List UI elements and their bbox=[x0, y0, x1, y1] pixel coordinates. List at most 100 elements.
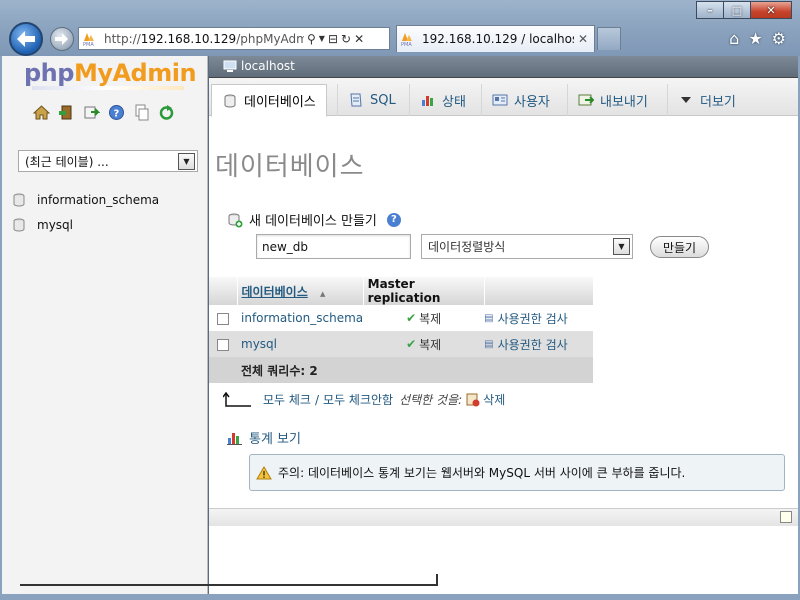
tab-sql[interactable]: SQL bbox=[337, 84, 406, 116]
phpmyadmin-logo[interactable]: phpMyAdmin bbox=[24, 59, 197, 87]
column-header-database[interactable]: 데이터베이스 ▲ bbox=[237, 277, 364, 305]
database-icon bbox=[13, 218, 25, 231]
browser-chrome: – □ ✕ PMA http://192.168.10.129/phpMyAdm… bbox=[0, 0, 800, 56]
uncheck-all-link[interactable]: 모두 체크안함 bbox=[323, 391, 393, 408]
stop-icon[interactable]: ✕ bbox=[354, 32, 364, 46]
databases-table: 데이터베이스 ▲ Master replication information_… bbox=[209, 277, 594, 383]
privileges-icon: ▤ bbox=[484, 312, 494, 324]
users-icon bbox=[492, 94, 508, 106]
docs-icon[interactable]: ? bbox=[108, 104, 125, 121]
logo-underline bbox=[32, 86, 184, 90]
row-checkbox[interactable] bbox=[217, 338, 229, 351]
help-icon[interactable]: ? bbox=[386, 212, 401, 227]
delete-selected-link[interactable]: 삭제 bbox=[466, 391, 505, 408]
check-privileges-link[interactable]: ▤ 사용권한 검사 bbox=[484, 336, 593, 353]
address-bar[interactable]: PMA http://192.168.10.129/phpMyAdmin ⚲ ▼… bbox=[78, 27, 390, 50]
reload-icon[interactable] bbox=[158, 104, 175, 121]
new-tab-button[interactable] bbox=[597, 27, 621, 50]
query-icon[interactable] bbox=[83, 104, 100, 121]
console-toggle-icon[interactable] bbox=[780, 511, 792, 523]
privileges-icon: ▤ bbox=[484, 338, 494, 350]
back-button[interactable] bbox=[9, 22, 43, 56]
nav-db-item[interactable]: information_schema bbox=[13, 187, 159, 212]
server-breadcrumb-bar: localhost bbox=[209, 56, 798, 78]
warning-text: 주의: 데이터베이스 통계 보기는 웹서버와 MySQL 서버 사이에 큰 부하… bbox=[278, 466, 686, 480]
chevron-down-icon bbox=[681, 97, 691, 103]
warning-icon bbox=[256, 465, 272, 479]
tab-more[interactable]: 더보기 bbox=[667, 84, 746, 116]
database-icon bbox=[13, 193, 25, 206]
compat-view-icon[interactable]: ⊟ bbox=[328, 32, 338, 46]
tab-title: 192.168.10.129 / localhos... bbox=[422, 32, 574, 46]
home-icon[interactable] bbox=[33, 104, 50, 121]
exit-icon[interactable] bbox=[58, 104, 75, 121]
nav-db-item[interactable]: mysql bbox=[13, 212, 159, 237]
window-controls: – □ ✕ bbox=[696, 1, 792, 19]
dropdown-icon[interactable]: ▼ bbox=[319, 34, 325, 43]
breadcrumb-server[interactable]: localhost bbox=[241, 59, 295, 73]
collation-select[interactable]: 데이터정렬방식 ▼ bbox=[421, 234, 633, 259]
warning-notice: 주의: 데이터베이스 통계 보기는 웹서버와 MySQL 서버 사이에 큰 부하… bbox=[249, 454, 785, 491]
row-checkbox[interactable] bbox=[217, 312, 229, 325]
replication-status: ✔ 복제 bbox=[406, 337, 442, 352]
database-add-icon bbox=[228, 213, 243, 227]
horizontal-scrollbar[interactable] bbox=[20, 574, 438, 586]
page-title: 데이터베이스 bbox=[215, 152, 365, 182]
copy-icon[interactable] bbox=[133, 104, 150, 121]
db-link[interactable]: information_schema bbox=[241, 311, 363, 325]
chevron-down-icon[interactable]: ▼ bbox=[613, 238, 630, 255]
address-url[interactable]: http://192.168.10.129/phpMyAdmin bbox=[104, 32, 304, 46]
minimize-button[interactable]: – bbox=[696, 1, 724, 19]
check-icon: ✔ bbox=[406, 311, 417, 325]
bulk-actions: 모두 체크 / 모두 체크안함 선택한 것을: 삭제 bbox=[223, 391, 505, 408]
main-content: localhost 데이터베이스 SQL 상태 사용자 내보내기 더보기 데이터… bbox=[209, 56, 798, 594]
forward-button[interactable] bbox=[50, 27, 74, 51]
nav-db-label[interactable]: information_schema bbox=[37, 193, 159, 207]
chart-icon bbox=[227, 432, 242, 445]
home-icon[interactable]: ⌂ bbox=[729, 29, 739, 48]
window-frame-bottom bbox=[0, 594, 800, 600]
search-icon[interactable]: ⚲ bbox=[307, 32, 316, 46]
check-all-link[interactable]: 모두 체크 bbox=[263, 391, 311, 408]
tab-status[interactable]: 상태 bbox=[409, 84, 476, 116]
replication-status: ✔ 복제 bbox=[406, 311, 442, 326]
arrow-right-icon bbox=[55, 33, 68, 45]
sql-icon bbox=[350, 93, 362, 107]
navigation-panel: phpMyAdmin ? (최근 테이블) ... ▼ information_… bbox=[2, 56, 208, 594]
browser-tab[interactable]: PMA 192.168.10.129 / localhos... ✕ bbox=[396, 25, 595, 52]
recent-tables-select[interactable]: (최근 테이블) ... ▼ bbox=[18, 150, 198, 172]
database-name-input[interactable] bbox=[256, 234, 411, 259]
maximize-button[interactable]: □ bbox=[723, 1, 751, 19]
check-privileges-link[interactable]: ▤ 사용권한 검사 bbox=[484, 310, 593, 327]
star-icon[interactable]: ★ bbox=[748, 29, 762, 48]
svg-text:?: ? bbox=[114, 109, 120, 120]
table-row: mysql ✔ 복제 ▤ 사용권한 검사 bbox=[209, 331, 594, 357]
create-button[interactable]: 만들기 bbox=[650, 236, 709, 258]
gear-icon[interactable]: ⚙ bbox=[772, 29, 786, 48]
create-database-heading: 새 데이터베이스 만들기 ? bbox=[227, 210, 401, 229]
sort-asc-icon: ▲ bbox=[319, 289, 326, 298]
refresh-icon[interactable]: ↻ bbox=[341, 32, 351, 46]
export-icon bbox=[578, 94, 594, 106]
console-bar bbox=[209, 508, 798, 526]
tab-users[interactable]: 사용자 bbox=[481, 84, 560, 116]
chevron-down-icon[interactable]: ▼ bbox=[178, 152, 195, 170]
pma-favicon-icon: PMA bbox=[400, 31, 418, 48]
browser-toolbar: ⌂ ★ ⚙ bbox=[729, 29, 786, 48]
nav-db-label[interactable]: mysql bbox=[37, 218, 73, 232]
database-icon bbox=[224, 94, 236, 107]
check-icon: ✔ bbox=[406, 337, 417, 351]
column-header-replication: Master replication bbox=[363, 277, 485, 305]
with-selected-label: 선택한 것을: bbox=[399, 393, 463, 407]
arrow-left-icon bbox=[17, 31, 35, 47]
statistics-link[interactable]: 통계 보기 bbox=[227, 428, 301, 447]
db-link[interactable]: mysql bbox=[241, 337, 277, 351]
tab-databases[interactable]: 데이터베이스 bbox=[211, 84, 327, 117]
svg-text:PMA: PMA bbox=[83, 42, 94, 47]
arrow-up-left-icon bbox=[223, 391, 251, 407]
tab-export[interactable]: 내보내기 bbox=[567, 84, 658, 116]
close-tab-icon[interactable]: ✕ bbox=[578, 32, 588, 46]
close-window-button[interactable]: ✕ bbox=[750, 1, 792, 19]
tab-bar: 데이터베이스 SQL 상태 사용자 내보내기 더보기 bbox=[209, 78, 798, 117]
create-database-label: 새 데이터베이스 만들기 bbox=[249, 214, 377, 229]
